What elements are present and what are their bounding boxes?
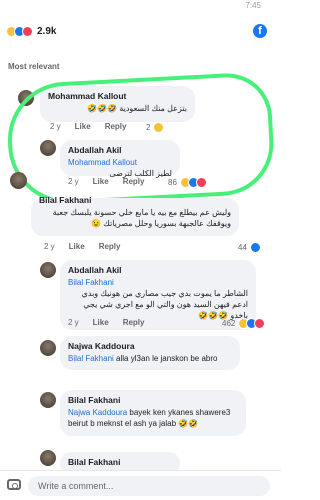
- comment-actions: 2 y Like Reply: [44, 242, 120, 251]
- comment-author[interactable]: Mohammad Kallout: [48, 91, 187, 101]
- comment-sort-label[interactable]: Most relevant: [8, 62, 60, 71]
- avatar[interactable]: [40, 262, 56, 278]
- post-reactions[interactable]: 2.9k: [6, 26, 56, 37]
- status-time: 7:45: [245, 1, 261, 10]
- avatar[interactable]: [10, 172, 27, 189]
- reaction-count: 2.9k: [37, 26, 57, 37]
- comment-author[interactable]: Bilal Fakhani: [68, 395, 238, 405]
- like-button[interactable]: Like: [75, 122, 91, 131]
- reply-button[interactable]: Reply: [123, 318, 145, 327]
- comment-text: بتزعل منك السعودية 🤣🤣🤣: [87, 104, 187, 113]
- comment-text: Bilal Fakhani alla yl3an le janskon be a…: [68, 354, 218, 363]
- comment-actions: 2 y Like Reply: [68, 318, 144, 327]
- like-icon: [249, 242, 261, 253]
- love-icon: [195, 177, 207, 188]
- comment-bubble: Bilal Fakhani Najwa Kaddoura bayek ken y…: [60, 390, 246, 436]
- mention-link[interactable]: Najwa Kaddoura: [68, 408, 127, 417]
- comment-reactions[interactable]: 44: [238, 242, 261, 253]
- like-button[interactable]: Like: [93, 318, 109, 327]
- comment-composer: Write a comment...: [0, 470, 281, 500]
- love-icon: [22, 26, 33, 37]
- mention-link[interactable]: Bilal Fakhani: [68, 354, 114, 363]
- avatar[interactable]: [18, 90, 34, 106]
- facebook-icon[interactable]: f: [253, 24, 267, 38]
- comment-time: 2 y: [68, 177, 79, 186]
- comment-text: الشاطر ما يموت بدي جيب مصاري من هونيك وب…: [81, 289, 248, 320]
- haha-icon: [153, 122, 165, 133]
- comment-reactions[interactable]: 2: [146, 122, 165, 133]
- avatar[interactable]: [40, 140, 56, 156]
- like-button[interactable]: Like: [69, 242, 85, 251]
- comment-bubble: Bilal Fakhani وليش عم بيطلع مع بيه يا ما…: [31, 195, 239, 236]
- comment-text: Najwa Kaddoura bayek ken ykanes shawere3…: [68, 408, 231, 428]
- avatar[interactable]: [40, 340, 56, 356]
- mention-link[interactable]: Bilal Fakhani: [68, 277, 248, 288]
- comment-input[interactable]: Write a comment...: [28, 476, 270, 496]
- comment-author[interactable]: Abdallah Akil: [68, 265, 248, 275]
- comment-author[interactable]: Bilal Fakhani: [68, 457, 172, 467]
- comment-actions: 2 y Like Reply: [68, 177, 144, 186]
- reply-button[interactable]: Reply: [123, 177, 145, 186]
- avatar[interactable]: [40, 450, 56, 466]
- reply-button[interactable]: Reply: [99, 242, 121, 251]
- comment-reactions[interactable]: 86: [168, 177, 207, 188]
- camera-icon[interactable]: [7, 479, 21, 490]
- post-header: 7:45 2.9k f: [0, 0, 281, 52]
- comment-time: 2 y: [44, 242, 55, 251]
- avatar[interactable]: [40, 392, 56, 408]
- comment-actions: 2 y Like Reply: [50, 122, 126, 131]
- comment-text: وليش عم بيطلع مع بيه يا مابع خلي حسونة ي…: [52, 208, 231, 228]
- mention-link[interactable]: Mohammad Kallout: [68, 157, 172, 168]
- reply-button[interactable]: Reply: [105, 122, 127, 131]
- comment-author[interactable]: Bilal Fakhani: [39, 195, 231, 205]
- comment-reactions[interactable]: 462: [222, 318, 266, 329]
- comment-time: 2 y: [50, 122, 61, 131]
- comment-author[interactable]: Najwa Kaddoura: [68, 341, 232, 351]
- comment-bubble: Mohammad Kallout بتزعل منك السعودية 🤣🤣🤣: [40, 86, 195, 122]
- comment-bubble: Abdallah Akil Mohammad Kallout لطيز الكل…: [60, 140, 180, 178]
- love-icon: [254, 318, 266, 329]
- like-button[interactable]: Like: [93, 177, 109, 186]
- comment-time: 2 y: [68, 318, 79, 327]
- comment-bubble: Najwa Kaddoura Bilal Fakhani alla yl3an …: [60, 336, 240, 370]
- comment-author[interactable]: Abdallah Akil: [68, 145, 172, 155]
